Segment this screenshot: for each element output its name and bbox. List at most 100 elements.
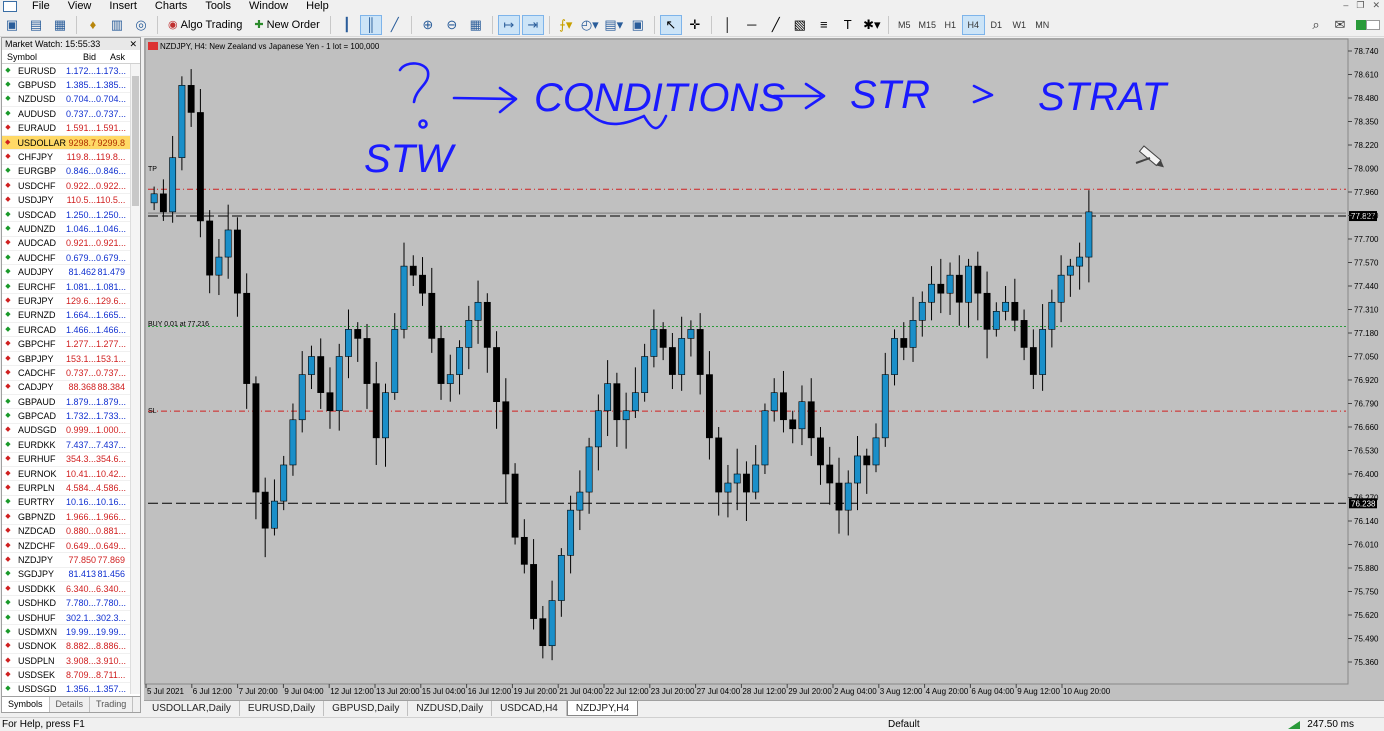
timeframe-mn[interactable]: MN: [1031, 15, 1054, 35]
market-watch-scrollbar[interactable]: [130, 64, 140, 694]
market-watch-row[interactable]: ◆ USDMXN 19.99... 19.99...: [2, 625, 130, 640]
market-watch-row[interactable]: ◆ EURPLN 4.584... 4.586...: [2, 481, 130, 496]
line-chart-icon[interactable]: ╱: [384, 15, 406, 35]
menu-file[interactable]: File: [23, 0, 59, 13]
market-watch-row[interactable]: ◆ USDCAD 1.250... 1.250...: [2, 208, 130, 223]
market-watch-row[interactable]: ◆ EURCHF 1.081... 1.081...: [2, 280, 130, 295]
market-watch-icon[interactable]: ▦: [49, 15, 71, 35]
market-watch-row[interactable]: ◆ AUDUSD 0.737... 0.737...: [2, 107, 130, 122]
properties-icon[interactable]: ▣: [627, 15, 649, 35]
market-watch-row[interactable]: ◆ CADJPY 88.368 88.384: [2, 381, 130, 395]
periods-icon[interactable]: ◴▾: [579, 15, 601, 35]
shapes-icon[interactable]: ✱▾: [861, 15, 883, 35]
strategy-tester-icon[interactable]: ◎: [130, 15, 152, 35]
market-watch-row[interactable]: ◆ AUDCHF 0.679... 0.679...: [2, 251, 130, 266]
new-chart-icon[interactable]: ▣: [1, 15, 23, 35]
market-watch-row[interactable]: ◆ AUDCAD 0.921... 0.921...: [2, 237, 130, 252]
terminal-icon[interactable]: ▥: [106, 15, 128, 35]
market-watch-row[interactable]: ◆ GBPCHF 1.277... 1.277...: [2, 337, 130, 352]
chart-tab-gbpusd-daily[interactable]: GBPUSD,Daily: [324, 701, 409, 716]
menu-tools[interactable]: Tools: [196, 0, 240, 13]
chart-tab-nzdjpy-h4[interactable]: NZDJPY,H4: [566, 701, 639, 716]
market-watch-row[interactable]: ◆ CHFJPY 119.8... 119.8...: [2, 150, 130, 165]
text-icon[interactable]: T: [837, 15, 859, 35]
tab-symbols[interactable]: Symbols: [2, 697, 50, 712]
timeframe-h4[interactable]: H4: [961, 14, 985, 35]
chart-shift-icon[interactable]: ⇥: [521, 14, 544, 35]
zoom-out-icon[interactable]: ⊖: [441, 15, 463, 35]
market-watch-row[interactable]: ◆ USDCHF 0.922... 0.922...: [2, 179, 130, 194]
menu-window[interactable]: Window: [240, 0, 297, 13]
autoscroll-icon[interactable]: ↦: [497, 14, 520, 35]
market-watch-row[interactable]: ◆ NZDCAD 0.880... 0.881...: [2, 525, 130, 539]
market-watch-row[interactable]: ◆ EURNZD 1.664... 1.665...: [2, 309, 130, 324]
close-icon[interactable]: ✕: [129, 38, 137, 50]
tile-windows-icon[interactable]: ▦: [465, 15, 487, 35]
templates-icon[interactable]: ▤▾: [603, 15, 625, 35]
profiles-icon[interactable]: ▤: [25, 15, 47, 35]
candlestick-chart-icon[interactable]: ║: [359, 14, 382, 35]
tab-trading[interactable]: Trading: [90, 697, 134, 712]
chart-tab-usdollar-daily[interactable]: USDOLLAR,Daily: [144, 701, 240, 716]
column-header-bid[interactable]: Bid: [66, 50, 96, 63]
market-watch-row[interactable]: ◆ USDDKK 6.340... 6.340...: [2, 582, 130, 597]
market-watch-row[interactable]: ◆ USDJPY 110.5... 110.5...: [2, 194, 130, 208]
close-icon[interactable]: ✕: [1372, 0, 1380, 11]
zoom-in-icon[interactable]: ⊕: [417, 15, 439, 35]
menu-help[interactable]: Help: [297, 0, 338, 13]
market-watch-row[interactable]: ◆ AUDJPY 81.462 81.479: [2, 265, 130, 280]
market-watch-row[interactable]: ◆ USDOLLAR 9298.7 9299.8: [2, 135, 130, 151]
menu-charts[interactable]: Charts: [146, 0, 196, 13]
chart-tab-usdcad-h4[interactable]: USDCAD,H4: [492, 701, 567, 716]
market-watch-row[interactable]: ◆ SGDJPY 81.413 81.456: [2, 568, 130, 583]
market-watch-row[interactable]: ◆ EURTRY 10.16... 10.16...: [2, 496, 130, 511]
market-watch-row[interactable]: ◆ NZDJPY 77.850 77.869: [2, 553, 130, 568]
chart-tab-eurusd-daily[interactable]: EURUSD,Daily: [240, 701, 325, 716]
market-watch-row[interactable]: ◆ EURUSD 1.172... 1.173...: [2, 64, 130, 79]
market-watch-row[interactable]: ◆ AUDNZD 1.046... 1.046...: [2, 222, 130, 237]
new-order-button[interactable]: ✚ New Order: [250, 15, 323, 35]
market-watch-row[interactable]: ◆ EURNOK 10.41... 10.42...: [2, 467, 130, 482]
timeframe-m5[interactable]: M5: [893, 15, 916, 35]
market-watch-row[interactable]: ◆ GBPJPY 153.1... 153.1...: [2, 352, 130, 367]
cursor-icon[interactable]: ↖: [659, 14, 682, 35]
menu-insert[interactable]: Insert: [100, 0, 146, 13]
search-icon[interactable]: ⌕: [1305, 15, 1327, 35]
horizontal-line-icon[interactable]: ─: [741, 15, 763, 35]
market-watch-row[interactable]: ◆ GBPAUD 1.879... 1.879...: [2, 395, 130, 410]
chart-window[interactable]: 77.827 76.238 78.740 78.610 78.480 78.350 78.…: [144, 38, 1384, 700]
market-watch-row[interactable]: ◆ EURAUD 1.591... 1.591...: [2, 122, 130, 136]
indicators-icon[interactable]: ⨍▾: [555, 15, 577, 35]
chart-tab-nzdusd-daily[interactable]: NZDUSD,Daily: [408, 701, 493, 716]
fibonacci-icon[interactable]: ≡: [813, 15, 835, 35]
market-watch-row[interactable]: ◆ EURJPY 129.6... 129.6...: [2, 294, 130, 309]
bar-chart-icon[interactable]: ┃: [336, 15, 358, 35]
market-watch-row[interactable]: ◆ EURDKK 7.437... 7.437...: [2, 438, 130, 453]
status-profile[interactable]: Default: [888, 718, 920, 731]
trendline-icon[interactable]: ╱: [765, 15, 787, 35]
market-watch-row[interactable]: ◆ NZDCHF 0.649... 0.649...: [2, 539, 130, 554]
column-header-ask[interactable]: Ask: [96, 50, 128, 63]
scrollbar-thumb[interactable]: [132, 76, 139, 206]
menu-view[interactable]: View: [59, 0, 101, 13]
timeframe-h1[interactable]: H1: [939, 15, 962, 35]
market-watch-row[interactable]: ◆ NZDUSD 0.704... 0.704...: [2, 93, 130, 108]
account-status-icon[interactable]: [1353, 15, 1383, 35]
market-watch-row[interactable]: ◆ USDPLN 3.908... 3.910...: [2, 654, 130, 669]
algo-trading-button[interactable]: ◉ Algo Trading: [164, 15, 246, 35]
chat-icon[interactable]: ✉: [1329, 15, 1351, 35]
market-watch-row[interactable]: ◆ USDSEK 8.709... 8.711...: [2, 668, 130, 683]
timeframe-m15[interactable]: M15: [916, 15, 939, 35]
market-watch-row[interactable]: ◆ EURGBP 0.846... 0.846...: [2, 165, 130, 180]
channel-icon[interactable]: ▧: [789, 15, 811, 35]
market-watch-row[interactable]: ◆ GBPUSD 1.385... 1.385...: [2, 78, 130, 93]
market-watch-row[interactable]: ◆ EURCAD 1.466... 1.466...: [2, 323, 130, 338]
price-chart[interactable]: 77.82776.238 78.74078.61078.48078.35078.…: [144, 38, 1384, 700]
market-watch-row[interactable]: ◆ AUDSGD 0.999... 1.000...: [2, 424, 130, 439]
crosshair-icon[interactable]: ✛: [684, 15, 706, 35]
vertical-line-icon[interactable]: │: [717, 15, 739, 35]
market-watch-row[interactable]: ◆ EURHUF 354.3... 354.6...: [2, 453, 130, 467]
timeframe-d1[interactable]: D1: [985, 15, 1008, 35]
market-watch-row[interactable]: ◆ USDNOK 8.882... 8.886...: [2, 640, 130, 655]
market-watch-row[interactable]: ◆ GBPCAD 1.732... 1.733...: [2, 409, 130, 424]
